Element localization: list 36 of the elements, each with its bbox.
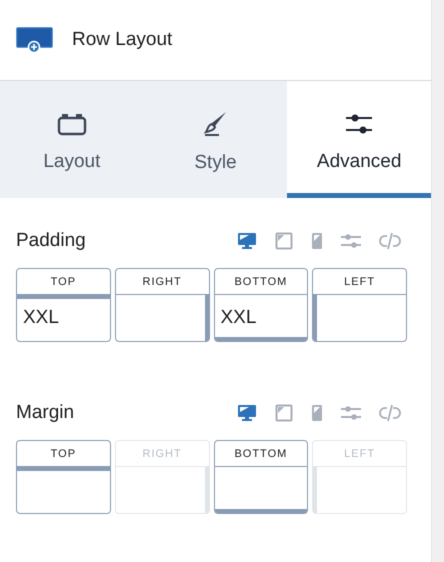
section-label: Margin <box>16 402 74 424</box>
tab[interactable]: Layout <box>0 81 144 198</box>
field-label: BOTTOM <box>214 269 308 295</box>
row-layout-icon <box>16 27 54 53</box>
desktop-icon[interactable] <box>237 404 258 422</box>
value-input[interactable]: XXL <box>214 295 308 341</box>
unlink-icon[interactable] <box>379 404 402 422</box>
field-label: RIGHT <box>116 269 208 295</box>
field-label: BOTTOM <box>214 441 308 467</box>
tablet-icon[interactable] <box>275 232 294 250</box>
side-indicator <box>204 295 208 341</box>
spacing-field[interactable]: TOP <box>16 440 111 514</box>
side-indicator <box>313 467 318 513</box>
sliders-icon[interactable] <box>341 405 362 421</box>
spacing-field[interactable]: BOTTOM XXL <box>214 268 308 342</box>
spacing-field[interactable]: TOP XXL <box>16 268 111 342</box>
layout-icon <box>56 111 87 137</box>
spacing-field[interactable]: RIGHT <box>114 268 210 342</box>
tablet-icon[interactable] <box>275 404 294 422</box>
field-label: LEFT <box>313 269 406 295</box>
field-label: LEFT <box>313 441 406 467</box>
side-indicator <box>313 295 318 341</box>
tab[interactable]: Advanced <box>287 81 432 198</box>
field-label: RIGHT <box>116 441 208 467</box>
unlink-icon[interactable] <box>379 232 402 250</box>
sliders-icon[interactable] <box>341 233 362 249</box>
value-input[interactable]: XXL <box>17 295 110 341</box>
spacing-field[interactable]: LEFT <box>312 268 407 342</box>
desktop-icon[interactable] <box>237 232 258 250</box>
spacing-field[interactable]: BOTTOM <box>214 440 308 514</box>
mobile-icon[interactable] <box>311 404 324 422</box>
brush-icon <box>202 110 228 138</box>
section-label: Padding <box>16 230 86 252</box>
tab[interactable]: Style <box>144 81 288 198</box>
panel-title: Row Layout <box>72 29 172 51</box>
mobile-icon[interactable] <box>311 232 324 250</box>
